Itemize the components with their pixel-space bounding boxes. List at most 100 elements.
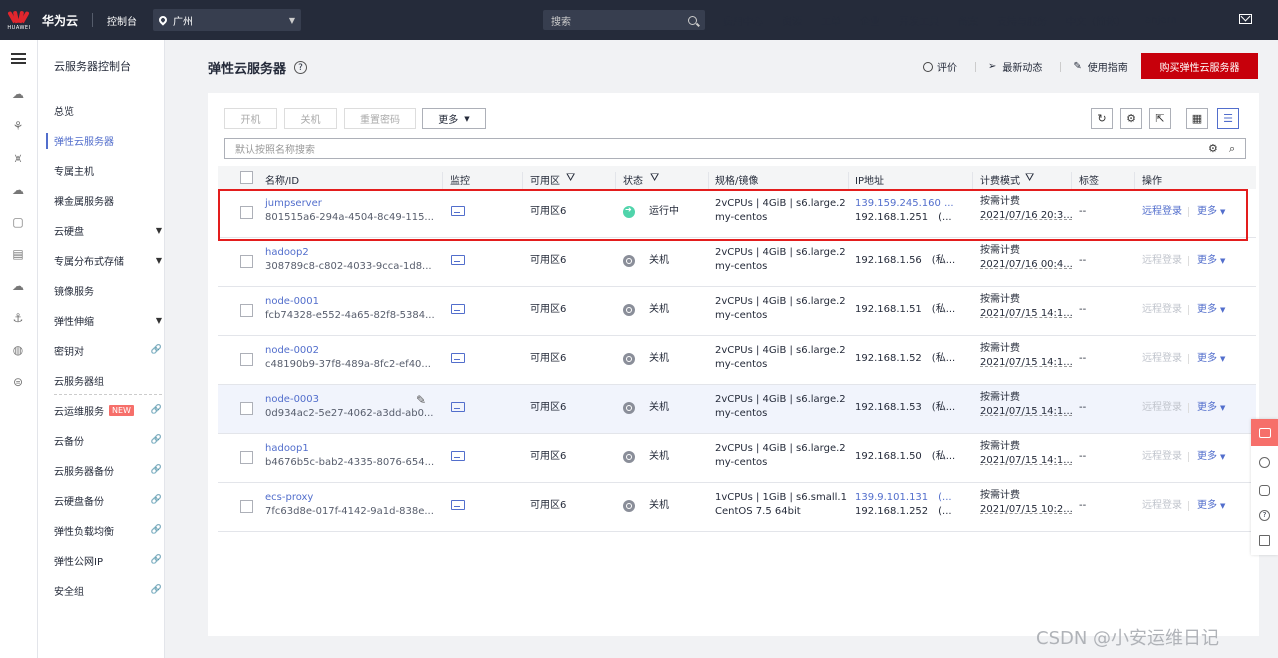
sidebar-item-ims[interactable]: 镜像服务 [54, 282, 162, 298]
sidebar-item-as[interactable]: 弹性伸缩 ▼ [54, 312, 162, 328]
sidebar-item-cloud-ops[interactable]: 云运维服务 NEW 🔗 [54, 402, 162, 418]
export-icon[interactable]: ⇱ [1149, 108, 1171, 129]
sidebar-item-dss[interactable]: 专属分布式存储 ▼ [54, 252, 162, 268]
instance-name-link[interactable]: ecs-proxy [265, 491, 313, 505]
row-checkbox[interactable] [240, 304, 253, 317]
sidebar-item-dedicated-host[interactable]: 专属主机 [54, 162, 162, 178]
nav-filing[interactable]: 备案 [958, 13, 978, 28]
sidebar-item-bms[interactable]: 裸金属服务器 [54, 192, 162, 208]
remote-login-link[interactable]: 远程登录 [1142, 450, 1182, 464]
sidebar-item-evs[interactable]: 云硬盘 ▼ [54, 222, 162, 238]
start-button[interactable]: 开机 [224, 108, 277, 129]
anchor-icon[interactable]: ⚓ [11, 311, 25, 325]
more-link[interactable]: 更多 [1197, 499, 1217, 513]
sidebar-item-disk-backup[interactable]: 云硬盘备份 🔗 [54, 492, 162, 508]
search-icon[interactable] [688, 15, 697, 25]
search-icon[interactable]: ⌕ [1229, 142, 1235, 156]
ip-address[interactable]: 139.9.101.131 (... [855, 491, 952, 505]
list-view-icon[interactable]: ☰ [1217, 108, 1239, 129]
remote-login-link[interactable]: 远程登录 [1142, 499, 1182, 513]
sidebar-item-cbr[interactable]: 云备份 🔗 [54, 432, 162, 448]
nav-language[interactable]: 中文（简体） [1066, 13, 1126, 28]
more-link[interactable]: 更多 [1197, 352, 1217, 366]
nav-resources[interactable]: 资源 [782, 13, 802, 28]
region-select[interactable]: 广州 ▼ [153, 9, 302, 31]
row-checkbox[interactable] [240, 255, 253, 268]
nav-enterprise[interactable]: 企业 [860, 13, 880, 28]
edit-icon[interactable]: ✎ [416, 393, 426, 407]
instance-name-link[interactable]: node-0003 [265, 393, 319, 407]
remote-login-link[interactable]: 远程登录 [1142, 352, 1182, 366]
service-icon[interactable] [1259, 485, 1270, 496]
reset-password-button[interactable]: 重置密码 [344, 108, 416, 129]
sidebar-item-overview[interactable]: 总览 [54, 102, 162, 118]
huawei-logo[interactable]: HUAWEI [0, 0, 38, 40]
brand-name[interactable]: 华为云 [42, 12, 78, 29]
list-circle-icon[interactable]: ⊜ [11, 375, 25, 389]
row-checkbox[interactable] [240, 402, 253, 415]
nav-dev-tools[interactable]: 开发工具 [899, 13, 939, 28]
console-link[interactable]: 控制台 [107, 13, 137, 28]
monitor-icon[interactable] [451, 255, 465, 265]
monitor-icon[interactable] [451, 500, 465, 510]
column-header[interactable]: 名称/ID [265, 172, 299, 187]
help-icon[interactable]: ? [1259, 510, 1270, 521]
document-icon[interactable]: ▤ [11, 247, 25, 261]
refresh-icon[interactable]: ↻ [1091, 108, 1113, 129]
cluster-icon[interactable]: ⚘ [11, 119, 25, 133]
feedback-icon[interactable] [1259, 457, 1270, 468]
filter-settings-icon[interactable]: ⚙ [1208, 142, 1218, 155]
sidebar-item-server-group[interactable]: 云服务器组 [54, 372, 162, 388]
nav-billing[interactable]: 费用中心 [723, 13, 763, 28]
more-link[interactable]: 更多 [1197, 401, 1217, 415]
nav-support[interactable]: 支持与服务 [997, 13, 1047, 28]
filter-icon[interactable]: ⛛ [1025, 171, 1034, 185]
table-row[interactable]: node-0001 fcb74328-e552-4a65-82f8-5384...… [218, 287, 1256, 336]
sidebar-item-keypair[interactable]: 密钥对 🔗 [54, 342, 162, 358]
monitor-icon[interactable] [451, 451, 465, 461]
more-actions-button[interactable]: 更多 ▼ [422, 108, 486, 129]
globe-icon[interactable]: ◍ [11, 343, 25, 357]
monitor-icon[interactable] [451, 304, 465, 314]
sidebar-item-ecs[interactable]: 弹性云服务器 [54, 132, 162, 148]
global-search-input[interactable]: 搜索 [543, 10, 705, 30]
instance-name-link[interactable]: hadoop2 [265, 246, 309, 260]
settings-icon[interactable]: ⚙ [1120, 108, 1142, 129]
guide-link[interactable]: 使用指南 [1088, 59, 1128, 74]
help-icon[interactable]: ? [294, 61, 308, 74]
remote-login-link[interactable]: 远程登录 [1142, 254, 1182, 268]
remote-login-link[interactable]: 远程登录 [1142, 303, 1182, 317]
cloud-service-icon[interactable]: ☁ [11, 183, 25, 197]
more-link[interactable]: 更多 [1197, 450, 1217, 464]
select-all-checkbox[interactable] [240, 171, 253, 184]
row-checkbox[interactable] [240, 451, 253, 464]
monitor-icon[interactable] [451, 353, 465, 363]
table-row[interactable]: ecs-proxy 7fc63d8e-017f-4142-9a1d-838e...… [218, 483, 1256, 532]
waves-icon[interactable]: ⩙ [11, 151, 25, 165]
more-link[interactable]: 更多 [1197, 303, 1217, 317]
sidebar-item-elb[interactable]: 弹性负载均衡 🔗 [54, 522, 162, 538]
table-row[interactable]: hadoop2 308789c8-c802-4033-9cca-1d8... 可用区… [218, 238, 1256, 287]
storage-icon[interactable]: ▢ [11, 215, 25, 229]
sidebar-item-eip[interactable]: 弹性公网IP 🔗 [54, 552, 162, 568]
instance-name-link[interactable]: node-0001 [265, 295, 319, 309]
buy-ecs-button[interactable]: 购买弹性云服务器 [1141, 53, 1258, 79]
chat-button[interactable] [1251, 419, 1278, 446]
instance-name-link[interactable]: node-0002 [265, 344, 319, 358]
mail-icon[interactable] [1239, 14, 1252, 24]
nav-tickets[interactable]: 工单 [821, 13, 841, 28]
filter-icon[interactable]: ⛛ [650, 171, 659, 185]
table-row[interactable]: hadoop1 b4676b5c-bab2-4335-8076-654... 可用区… [218, 434, 1256, 483]
filter-icon[interactable]: ⛛ [566, 171, 575, 185]
notes-icon[interactable] [1259, 535, 1270, 546]
instance-name-link[interactable]: hadoop1 [265, 442, 309, 456]
menu-icon[interactable] [11, 53, 26, 64]
row-checkbox[interactable] [240, 353, 253, 366]
row-checkbox[interactable] [240, 500, 253, 513]
sidebar-item-server-backup[interactable]: 云服务器备份 🔗 [54, 462, 162, 478]
cloud-icon[interactable]: ☁ [11, 87, 25, 101]
news-link[interactable]: 最新动态 [1002, 59, 1042, 74]
rate-link[interactable]: 评价 [937, 59, 957, 74]
sidebar-item-security-group[interactable]: 安全组 🔗 [54, 582, 162, 598]
more-link[interactable]: 更多 [1197, 254, 1217, 268]
